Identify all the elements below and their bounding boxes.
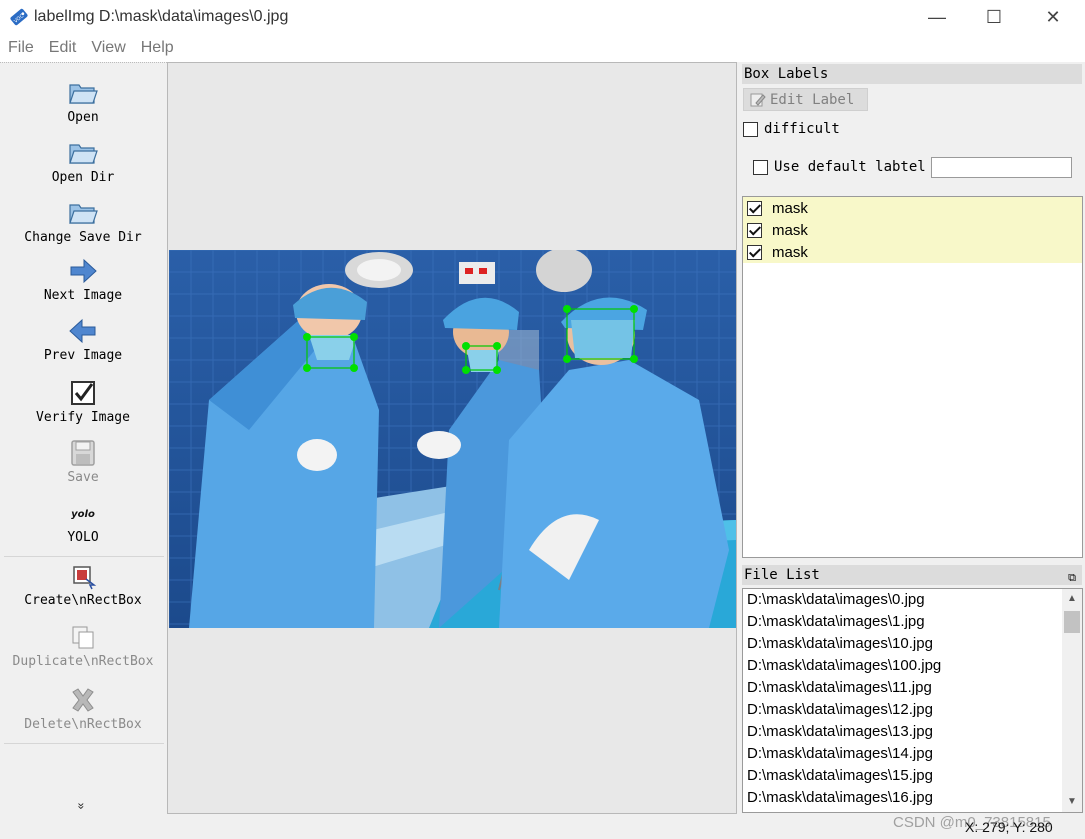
duplicate-rectbox-button[interactable]: Duplicate\nRectBox [0,620,166,670]
prev-image-button[interactable]: Prev Image [0,314,166,364]
arrow-right-icon [70,258,97,284]
file-list-item[interactable]: D:\mask\data\images\100.jpg [743,655,1082,677]
surgery-photo [169,250,736,628]
yolo-format-button[interactable]: yolo YOLO [0,496,166,546]
toolbar-separator [4,556,164,557]
yolo-icon: yolo [71,509,95,520]
difficult-label: difficult [764,121,840,137]
image-canvas[interactable] [167,62,737,814]
file-list-item[interactable]: D:\mask\data\images\1.jpg [743,611,1082,633]
create-rectbox-label: Create\nRectBox [24,593,142,608]
delete-x-icon [72,688,94,712]
cursor-coordinates: X: 279; Y: 280 [965,819,1053,835]
left-toolbar: Open Open Dir Change Save Dir Next Image… [0,62,167,814]
scroll-up-icon[interactable]: ▲ [1062,589,1082,609]
toolbar-extension-icon[interactable]: » [74,803,88,810]
difficult-checkbox-row[interactable]: difficult [743,121,840,137]
file-list-item[interactable]: D:\mask\data\images\14.jpg [743,743,1082,765]
label-list-item[interactable]: mask [743,197,1082,219]
folder-open-icon [69,204,98,224]
menu-help[interactable]: Help [141,39,174,57]
label-list-item[interactable]: mask [743,241,1082,263]
label-list[interactable]: mask mask mask [742,196,1083,558]
float-dock-icon[interactable]: ⧉ [1068,568,1076,588]
difficult-checkbox[interactable] [743,121,758,137]
folder-open-icon [69,144,98,164]
file-list-scrollbar[interactable]: ▲ ▼ [1062,589,1082,812]
edit-pencil-icon [750,93,766,106]
checkbox-verify-icon [71,381,95,405]
labelimg-app-icon: VOC [10,8,28,26]
right-dock: Box Labels Edit Label difficult Use defa… [738,62,1085,814]
file-list-item[interactable]: D:\mask\data\images\12.jpg [743,699,1082,721]
file-list-item[interactable]: D:\mask\data\images\10.jpg [743,633,1082,655]
svg-text:yolo: yolo [71,509,95,520]
label-item-text: mask [772,221,808,239]
yolo-label: YOLO [67,530,99,545]
label-visible-checkbox[interactable] [747,244,762,260]
use-default-label-row[interactable]: Use default labtel [753,159,926,175]
create-rectbox-icon [73,566,97,590]
menu-bar: File Edit View Help [0,34,1085,62]
change-save-dir-button[interactable]: Change Save Dir [0,196,166,246]
open-dir-label: Open Dir [51,170,115,185]
save-label: Save [67,470,99,485]
label-visible-checkbox[interactable] [747,222,762,238]
file-list-item[interactable]: D:\mask\data\images\16.jpg [743,787,1082,809]
file-list-item[interactable]: D:\mask\data\images\11.jpg [743,677,1082,699]
box-labels-title: Box Labels [742,64,1082,84]
floppy-disk-icon [71,440,95,466]
create-rectbox-button[interactable]: Create\nRectBox [0,559,166,609]
use-default-label-checkbox[interactable] [753,159,768,175]
title-bar: VOC labelImg D:\mask\data\images\0.jpg —… [0,0,1085,34]
arrow-left-icon [69,318,96,344]
status-bar: CSDN @m0_73815815 X: 279; Y: 280 [0,814,1085,839]
window-title: labelImg D:\mask\data\images\0.jpg [34,8,289,25]
file-list[interactable]: D:\mask\data\images\0.jpg D:\mask\data\i… [742,588,1083,813]
file-list-item[interactable]: D:\mask\data\images\13.jpg [743,721,1082,743]
menu-view[interactable]: View [91,39,125,57]
label-list-item[interactable]: mask [743,219,1082,241]
label-item-text: mask [772,243,808,261]
scroll-thumb[interactable] [1064,611,1080,633]
menu-file[interactable]: File [8,39,34,57]
file-list-item[interactable]: D:\mask\data\images\15.jpg [743,765,1082,787]
open-label: Open [67,110,99,125]
verify-image-label: Verify Image [36,410,130,425]
edit-label-text: Edit Label [770,91,855,108]
delete-rectbox-button[interactable]: Delete\nRectBox [0,683,166,733]
scroll-down-icon[interactable]: ▼ [1062,792,1082,812]
verify-image-button[interactable]: Verify Image [0,376,166,426]
menu-edit[interactable]: Edit [49,39,77,57]
file-list-title: File List ⧉ [742,565,1082,585]
next-image-button[interactable]: Next Image [0,254,166,304]
open-button[interactable]: Open [0,76,166,126]
duplicate-rectbox-label: Duplicate\nRectBox [12,654,154,669]
default-label-input[interactable] [931,157,1072,178]
file-list-title-text: File List [744,567,820,583]
save-button[interactable]: Save [0,436,166,486]
next-image-label: Next Image [43,288,123,303]
label-visible-checkbox[interactable] [747,200,762,216]
edit-label-button[interactable]: Edit Label [743,88,868,111]
file-list-item[interactable]: D:\mask\data\images\0.jpg [743,589,1082,611]
close-button[interactable]: ✕ [1024,0,1082,34]
use-default-label-text: Use default labtel [774,159,926,175]
maximize-button[interactable]: ☐ [965,0,1023,34]
minimize-button[interactable]: — [908,0,966,34]
open-dir-button[interactable]: Open Dir [0,136,166,186]
label-item-text: mask [772,199,808,217]
copy-icon [72,626,94,649]
prev-image-label: Prev Image [43,348,123,363]
folder-open-icon [69,84,98,104]
change-save-dir-label: Change Save Dir [24,230,142,245]
delete-rectbox-label: Delete\nRectBox [24,717,142,732]
toolbar-separator [4,743,164,744]
